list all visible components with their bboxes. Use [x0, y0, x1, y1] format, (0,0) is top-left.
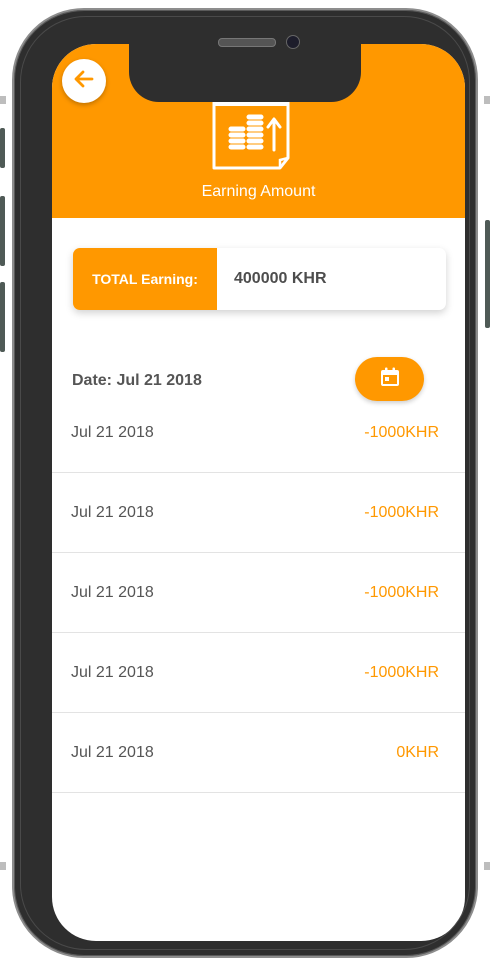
transaction-list: Jul 21 2018 -1000KHR Jul 21 2018 -1000KH…	[52, 392, 465, 793]
transaction-date: Jul 21 2018	[71, 504, 154, 521]
frame-antenna-line	[0, 862, 6, 870]
selected-date-label: Date: Jul 21 2018	[72, 372, 202, 389]
calendar-icon	[379, 366, 401, 393]
list-item[interactable]: Jul 21 2018 0KHR	[52, 713, 465, 793]
list-item[interactable]: Jul 21 2018 -1000KHR	[52, 553, 465, 633]
volume-down-button	[0, 282, 5, 352]
total-earning-card: TOTAL Earning: 400000 KHR	[73, 248, 446, 310]
page-title: Earning Amount	[201, 183, 316, 200]
transaction-amount: -1000KHR	[364, 504, 439, 521]
total-earning-label: TOTAL Earning:	[73, 248, 217, 310]
transaction-date: Jul 21 2018	[71, 424, 154, 441]
transaction-date: Jul 21 2018	[71, 664, 154, 681]
front-camera	[286, 35, 300, 49]
transaction-amount: -1000KHR	[364, 584, 439, 601]
list-item[interactable]: Jul 21 2018 -1000KHR	[52, 473, 465, 553]
transaction-date: Jul 21 2018	[71, 584, 154, 601]
back-button[interactable]	[62, 59, 106, 103]
list-item[interactable]: Jul 21 2018 -1000KHR	[52, 633, 465, 713]
transaction-amount: 0KHR	[396, 744, 439, 761]
frame-antenna-line	[484, 862, 490, 870]
frame-antenna-line	[484, 96, 490, 104]
frame-antenna-line	[0, 96, 6, 104]
volume-up-button	[0, 196, 5, 266]
power-button	[485, 220, 490, 328]
phone-speaker	[218, 38, 276, 47]
silent-switch	[0, 128, 5, 168]
transaction-amount: -1000KHR	[364, 424, 439, 441]
transaction-amount: -1000KHR	[364, 664, 439, 681]
total-earning-value: 400000 KHR	[234, 270, 327, 287]
phone-frame: Earning Amount TOTAL Earning: 400000 KHR…	[12, 8, 478, 958]
arrow-left-icon	[71, 66, 97, 97]
list-item[interactable]: Jul 21 2018 -1000KHR	[52, 392, 465, 473]
app-screen: Earning Amount TOTAL Earning: 400000 KHR…	[52, 44, 465, 941]
transaction-date: Jul 21 2018	[71, 744, 154, 761]
